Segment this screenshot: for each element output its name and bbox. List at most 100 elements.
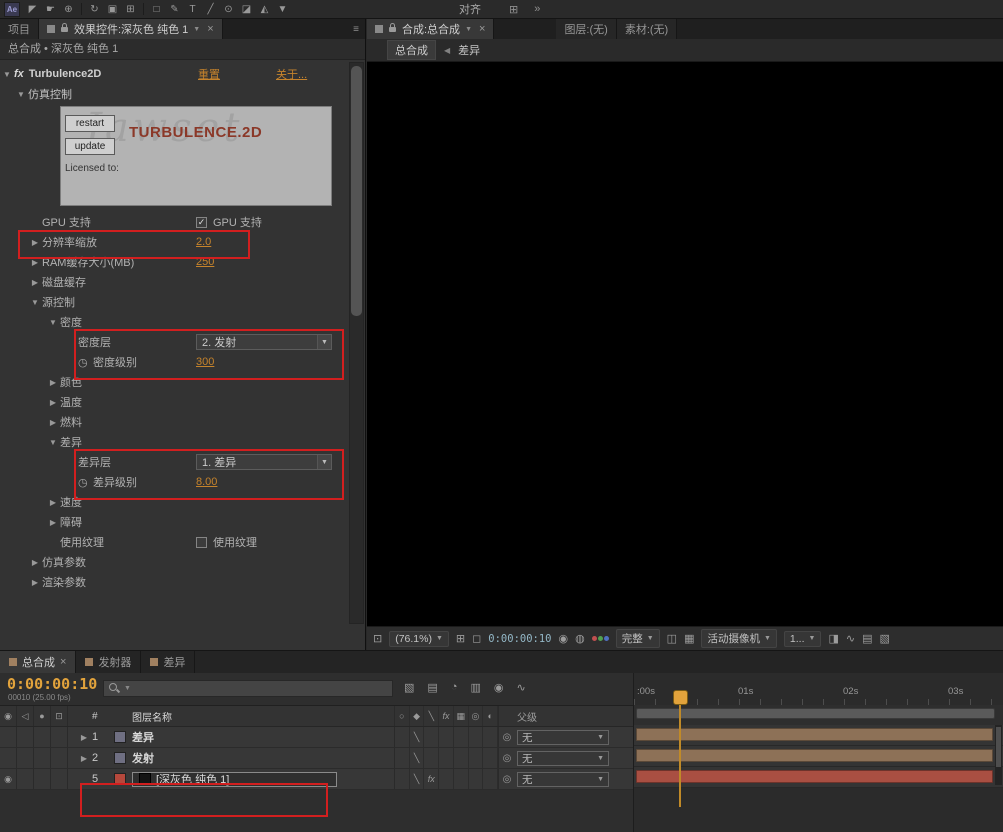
draft-3d-icon[interactable]: ▤ — [427, 681, 437, 694]
toolbar-overflow-icon[interactable]: » — [534, 3, 540, 15]
timeline-tab[interactable]: 总合成 × — [0, 651, 77, 673]
camera-tool-icon[interactable]: ▣ — [104, 2, 121, 17]
always-preview-icon[interactable]: ⊡ — [373, 632, 382, 645]
expand-arrow-icon[interactable]: ▶ — [28, 558, 42, 567]
stopwatch-icon[interactable]: ◷ — [78, 356, 93, 369]
layer-switch[interactable] — [454, 748, 469, 768]
property-value[interactable]: 2.0 — [196, 236, 211, 248]
lock-toggle[interactable] — [51, 748, 68, 768]
eraser-tool-icon[interactable]: ◪ — [238, 2, 255, 17]
switch-header-icon[interactable]: ○ — [395, 706, 410, 726]
layer-switch[interactable] — [454, 769, 469, 789]
audio-column-icon[interactable]: ◁ — [17, 706, 34, 726]
solo-toggle[interactable] — [34, 748, 51, 768]
tab-effect-controls[interactable]: 效果控件:深灰色 纯色 1 ▼ × — [39, 19, 223, 39]
layer-switch[interactable]: fx — [424, 769, 440, 789]
resolution-dropdown[interactable]: 完整 ▼ — [615, 629, 660, 648]
audio-toggle[interactable] — [17, 748, 34, 768]
layer-name-cell[interactable]: 发射 — [132, 748, 394, 768]
layer-switch[interactable] — [469, 727, 484, 747]
layer-duration-bar[interactable] — [636, 749, 993, 762]
timeline-tab[interactable]: 差异 — [141, 651, 196, 673]
layer-switch[interactable] — [483, 769, 499, 789]
frame-blend-icon[interactable]: ▥ — [470, 681, 480, 694]
current-time-display[interactable]: 0:00:00:10 — [7, 675, 97, 693]
show-snapshot-icon[interactable]: ◍ — [575, 632, 585, 645]
layer-switch[interactable] — [469, 769, 484, 789]
collapse-arrow-icon[interactable]: ▼ — [46, 438, 60, 447]
audio-toggle[interactable] — [17, 769, 34, 789]
composition-viewport[interactable] — [367, 62, 1003, 626]
layer-name-box[interactable]: [深灰色 纯色 1] — [132, 771, 337, 787]
layer-switch[interactable] — [424, 727, 440, 747]
shape-tool-icon[interactable]: □ — [148, 2, 165, 17]
roto-brush-tool-icon[interactable]: ◭ — [256, 2, 273, 17]
current-time-indicator-head[interactable] — [673, 690, 688, 705]
layer-switch[interactable] — [395, 727, 410, 747]
search-input[interactable]: ▼ — [103, 680, 393, 697]
brush-tool-icon[interactable]: ╱ — [202, 2, 219, 17]
layer-switch[interactable]: ╲ — [410, 769, 425, 789]
layer-switch[interactable] — [395, 769, 410, 789]
layer-switch[interactable] — [483, 727, 499, 747]
layer-switch[interactable] — [439, 748, 454, 768]
reset-link[interactable]: 重置 — [198, 66, 220, 82]
expand-arrow-icon[interactable]: ▶ — [28, 278, 42, 287]
work-area-bar[interactable] — [636, 708, 995, 719]
expand-arrow-icon[interactable]: ▶ — [46, 378, 60, 387]
layer-name-cell[interactable]: [深灰色 纯色 1] — [132, 769, 394, 789]
collapse-arrow-icon[interactable]: ▼ — [14, 90, 28, 99]
property-dropdown[interactable]: 2. 发射 ▼ — [196, 334, 332, 350]
hand-tool-icon[interactable]: ☛ — [42, 2, 59, 17]
chevron-down-icon[interactable]: ▼ — [193, 26, 200, 33]
pixel-aspect-icon[interactable]: ◨ — [828, 632, 838, 645]
scrollbar-thumb[interactable] — [996, 727, 1001, 767]
stopwatch-icon[interactable]: ◷ — [78, 476, 93, 489]
expand-arrow-icon[interactable]: ▶ — [28, 578, 42, 587]
switch-header-icon[interactable]: ╲ — [424, 706, 440, 726]
expand-arrow-icon[interactable]: ▶ — [46, 418, 60, 427]
tab-composition[interactable]: 合成:总合成 ▼ × — [367, 19, 495, 39]
checkbox[interactable] — [196, 536, 207, 548]
update-button[interactable]: update — [65, 138, 115, 155]
switch-header-icon[interactable]: fx — [439, 706, 454, 726]
layer-row[interactable]: ▶ 2 发射 ╲ ◎ 无 ▼ — [0, 748, 633, 769]
layer-switch[interactable] — [469, 748, 484, 768]
lock-column-icon[interactable]: ⊡ — [51, 706, 68, 726]
time-ruler[interactable]: :00s 01s 02s 03s — [634, 673, 1003, 706]
layer-switch[interactable] — [439, 727, 454, 747]
collapse-arrow-icon[interactable]: ▼ — [28, 298, 42, 307]
collapse-arrow-icon[interactable]: ▼ — [46, 318, 60, 327]
layer-switch[interactable] — [454, 727, 469, 747]
switch-header-icon[interactable]: ◎ — [469, 706, 484, 726]
expand-arrow-icon[interactable]: ▶ — [28, 238, 42, 247]
snapshot-icon[interactable]: ◉ — [559, 632, 569, 645]
timeline-button-icon[interactable]: ▤ — [862, 632, 872, 645]
property-value[interactable]: 8.00 — [196, 476, 217, 488]
type-tool-icon[interactable]: T — [184, 2, 201, 17]
pickwhip-icon[interactable]: ◎ — [499, 748, 515, 768]
checkbox[interactable]: ✓ — [196, 216, 207, 228]
motion-blur-icon[interactable]: ◉ — [494, 681, 504, 694]
orbit-camera-tool-icon[interactable]: ↻ — [86, 2, 103, 17]
expand-arrow-icon[interactable]: ▶ — [76, 748, 92, 768]
layer-name-cell[interactable]: 差异 — [132, 727, 394, 747]
layer-color-chip[interactable] — [114, 727, 132, 747]
eye-toggle[interactable]: ◉ — [0, 769, 17, 789]
expand-arrow-icon[interactable]: ▶ — [46, 498, 60, 507]
switch-header-icon[interactable]: ◐ — [483, 706, 499, 726]
pickwhip-icon[interactable]: ◎ — [499, 727, 515, 747]
tab-footage[interactable]: 素材:(无) — [616, 19, 678, 39]
parent-dropdown[interactable]: 无 ▼ — [517, 750, 609, 766]
mask-visibility-icon[interactable]: ◻ — [472, 632, 481, 645]
restart-button[interactable]: restart — [65, 115, 115, 132]
eye-toggle[interactable] — [0, 727, 17, 747]
parent-dropdown[interactable]: 无 ▼ — [517, 771, 609, 787]
selection-tool-icon[interactable]: ◤ — [24, 2, 41, 17]
parent-dropdown[interactable]: 无 ▼ — [517, 729, 609, 745]
pickwhip-icon[interactable]: ◎ — [499, 769, 515, 789]
current-time-indicator-line[interactable] — [679, 699, 681, 807]
solo-toggle[interactable] — [34, 727, 51, 747]
roi-icon[interactable]: ◫ — [667, 632, 677, 645]
eye-column-icon[interactable]: ◉ — [0, 706, 17, 726]
